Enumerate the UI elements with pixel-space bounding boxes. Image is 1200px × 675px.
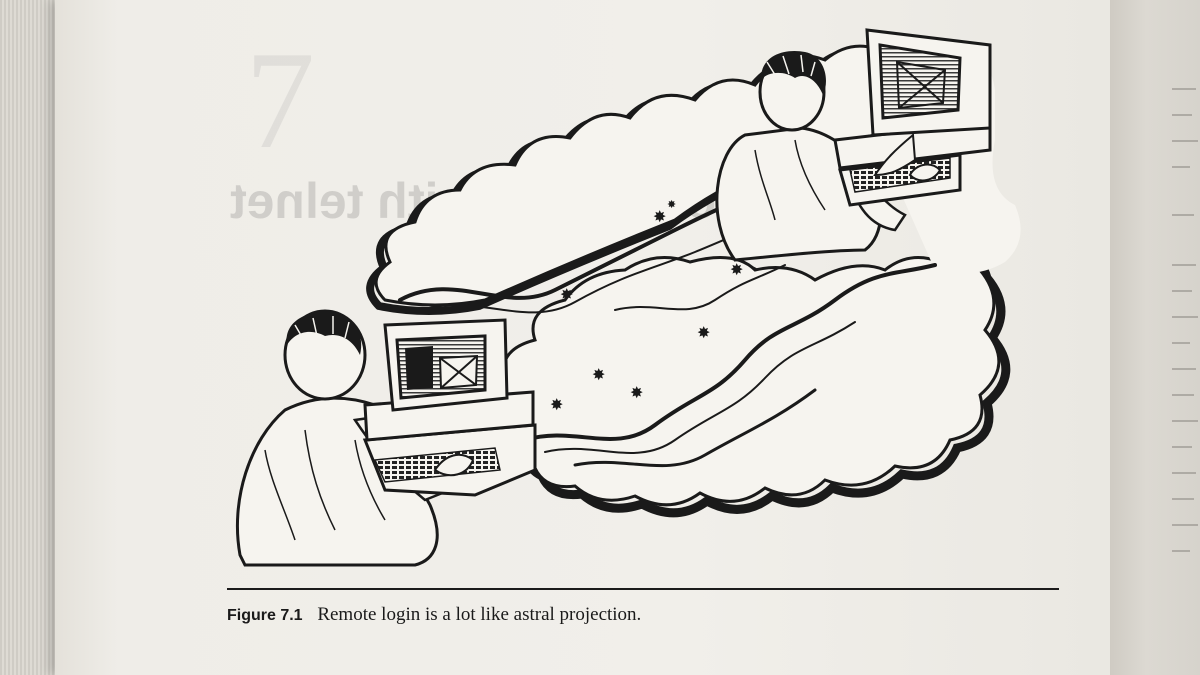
book-page: 7 Remote Login with telnet: [55, 0, 1110, 675]
svg-text:✸: ✸: [667, 198, 676, 211]
svg-text:✸: ✸: [697, 323, 710, 342]
book-page-edges: [0, 0, 55, 675]
svg-text:✸: ✸: [592, 365, 605, 384]
svg-text:✸: ✸: [550, 395, 563, 414]
caption-rule: [227, 588, 1059, 590]
figure-caption: Figure 7.1 Remote login is a lot like as…: [227, 604, 641, 626]
svg-text:✸: ✸: [560, 285, 573, 304]
svg-text:✸: ✸: [630, 383, 643, 402]
figure-caption-text: Remote login is a lot like astral projec…: [317, 604, 642, 625]
svg-text:✸: ✸: [653, 207, 666, 226]
svg-text:✸: ✸: [730, 260, 743, 279]
local-computer: [362, 318, 537, 497]
illustration: ✸ ✸ ✸ ✸ ✸ ✸ ✸ ✸: [235, 28, 1021, 567]
facing-page: [1110, 0, 1200, 675]
figure-label: Figure 7.1: [227, 607, 303, 624]
